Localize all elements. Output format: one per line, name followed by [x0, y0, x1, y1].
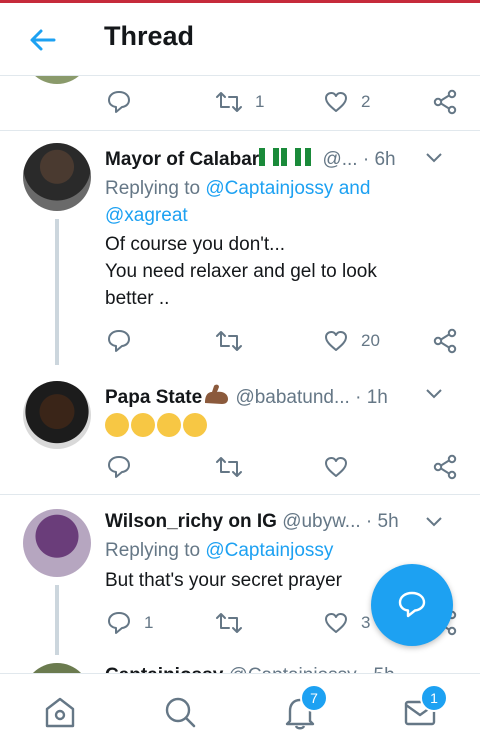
retweet-count: 1: [255, 92, 265, 111]
timestamp[interactable]: 5h: [374, 665, 395, 673]
display-name[interactable]: Papa State: [105, 387, 202, 408]
avatar[interactable]: [23, 381, 91, 449]
like-count: 2: [361, 92, 371, 111]
timestamp[interactable]: 1h: [367, 387, 388, 408]
compose-reply-icon: [398, 591, 426, 618]
tweet-header: Captainjossy @Captainjossy · 5h: [105, 665, 465, 673]
timestamp[interactable]: 5h: [378, 511, 399, 532]
page-title: Thread: [104, 21, 195, 51]
compose-reply-button[interactable]: [371, 564, 453, 646]
notifications-badge: 7: [300, 684, 328, 712]
mention-link[interactable]: @xagreat: [105, 205, 188, 226]
like-icon: [325, 92, 347, 112]
timestamp[interactable]: 6h: [374, 149, 395, 170]
nav-notifications[interactable]: 7: [280, 684, 328, 732]
handle[interactable]: @Captainjossy: [229, 665, 357, 673]
tweet-actions: [0, 451, 480, 483]
retweet-button[interactable]: [215, 451, 255, 483]
retweet-button[interactable]: [215, 607, 255, 639]
reply-icon: [108, 456, 130, 478]
tweet-header: Papa State @babatund... · 1h: [105, 383, 465, 411]
like-icon: [325, 457, 347, 477]
reply-button[interactable]: [106, 325, 144, 357]
replying-to: Replying to @Captainjossy: [105, 540, 334, 561]
like-button[interactable]: 20: [323, 325, 380, 357]
nav-messages[interactable]: 1: [400, 684, 448, 732]
back-button[interactable]: [28, 25, 58, 55]
share-icon: [433, 328, 457, 354]
laughing-emoji-icon: [131, 413, 155, 437]
retweet-button[interactable]: 1: [215, 86, 264, 118]
reply-button[interactable]: [106, 86, 144, 118]
nigeria-flag-icon: [259, 148, 312, 166]
like-count: 3: [361, 613, 371, 632]
tweet-text: [105, 413, 405, 441]
retweet-icon: [216, 331, 242, 351]
reply-icon: [108, 612, 130, 634]
mention-link[interactable]: @Captainjossy: [205, 178, 333, 199]
handle[interactable]: @...: [322, 149, 357, 170]
replying-to: Replying to @Captainjossy and @xagreat: [105, 178, 371, 226]
laughing-emoji-icon: [105, 413, 129, 437]
flexed-biceps-icon: [205, 384, 229, 404]
like-icon: [325, 331, 347, 351]
nav-home[interactable]: [40, 692, 80, 732]
reply-count: 1: [144, 613, 154, 632]
handle[interactable]: @babatund...: [235, 387, 349, 408]
display-name[interactable]: Mayor of Calabar: [105, 149, 259, 170]
share-button[interactable]: [433, 86, 457, 118]
share-icon: [433, 454, 457, 480]
share-button[interactable]: [433, 451, 457, 483]
messages-badge: 1: [420, 684, 448, 712]
mention-link[interactable]: and: [339, 178, 371, 199]
retweet-icon: [216, 92, 242, 112]
chevron-down-icon[interactable]: [425, 387, 443, 401]
like-button[interactable]: [323, 451, 361, 483]
display-name[interactable]: Captainjossy: [105, 665, 223, 673]
mention-link[interactable]: @Captainjossy: [205, 540, 333, 561]
tweet-captainjossy[interactable]: Captainjossy @Captainjossy · 5h: [0, 655, 480, 673]
back-arrow-icon: [30, 29, 56, 51]
bottom-navigation: 7 1: [0, 673, 480, 747]
tweet-papa-state[interactable]: Papa State @babatund... · 1h: [0, 367, 480, 493]
reply-icon: [108, 91, 130, 113]
laughing-emoji-icon: [157, 413, 181, 437]
tweet-header: Mayor of Calabar @... · 6h: [105, 147, 465, 175]
avatar[interactable]: [23, 143, 91, 211]
tweet-text: But that's your secret prayer: [105, 570, 343, 591]
laughing-emoji-icon: [183, 413, 207, 437]
display-name[interactable]: Wilson_richy on IG: [105, 511, 277, 532]
tweet-mayor-of-calabar[interactable]: Mayor of Calabar @... · 6h Replying to @…: [0, 131, 480, 367]
search-icon: [165, 697, 196, 728]
tweet-header: Wilson_richy on IG @ubyw... · 5h: [105, 511, 465, 539]
like-count: 20: [361, 331, 380, 350]
like-button[interactable]: 3: [323, 607, 370, 639]
avatar[interactable]: [23, 663, 91, 673]
retweet-button[interactable]: [215, 325, 255, 357]
share-button[interactable]: [433, 325, 457, 357]
chevron-down-icon[interactable]: [425, 151, 443, 165]
retweet-icon: [216, 457, 242, 477]
reply-button[interactable]: [106, 451, 144, 483]
share-icon: [433, 89, 457, 115]
avatar[interactable]: [23, 509, 91, 577]
reply-icon: [108, 330, 130, 352]
nav-search[interactable]: [160, 692, 200, 732]
tweet-actions: 1 2: [0, 86, 480, 118]
retweet-icon: [216, 613, 242, 633]
like-button[interactable]: 2: [323, 86, 370, 118]
like-icon: [325, 613, 347, 633]
tweet-text: Of course you don't... You need relaxer …: [105, 234, 377, 309]
app-header: Thread: [0, 3, 480, 76]
chevron-down-icon[interactable]: [425, 515, 443, 529]
tweet-actions: 20: [0, 325, 480, 357]
home-icon: [45, 697, 75, 728]
handle[interactable]: @ubyw...: [282, 511, 360, 532]
reply-button[interactable]: 1: [106, 607, 153, 639]
